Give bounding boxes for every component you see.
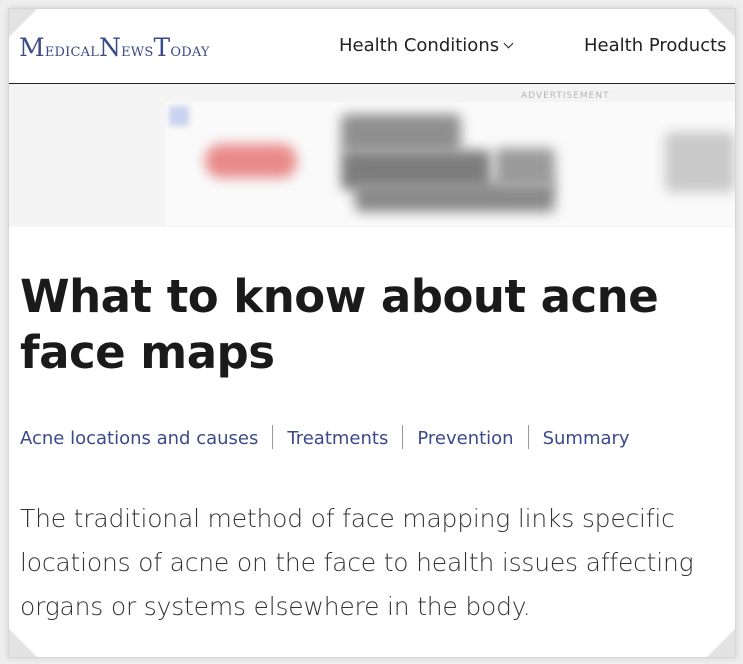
ad-blurred-text: [495, 148, 555, 188]
toc-separator: [527, 425, 529, 449]
site-logo[interactable]: MedicalNewsToday: [19, 33, 210, 62]
toc-link-summary[interactable]: Summary: [543, 428, 630, 449]
ad-banner[interactable]: [165, 102, 735, 226]
toc-separator: [272, 425, 274, 449]
logo-text: oday: [170, 39, 210, 61]
article-toc: Acne locations and causes Treatments Preve…: [20, 425, 630, 451]
logo-text: ews: [121, 39, 154, 61]
browser-frame: MedicalNewsToday Health Conditions Healt…: [8, 8, 736, 658]
advertisement-area: ADVERTISEMENT: [9, 84, 735, 227]
toc-link-acne-locations[interactable]: Acne locations and causes: [20, 428, 258, 449]
ad-label: ADVERTISEMENT: [521, 91, 610, 101]
logo-letter: T: [153, 33, 171, 62]
nav-label: Health Products: [584, 35, 727, 56]
toc-link-prevention[interactable]: Prevention: [417, 428, 513, 449]
ad-blurred-image: [665, 132, 735, 192]
logo-letter: M: [19, 33, 45, 62]
toc-link-treatments[interactable]: Treatments: [287, 428, 388, 449]
site-header: MedicalNewsToday Health Conditions Healt…: [9, 9, 735, 84]
nav-health-products[interactable]: Health Products: [584, 35, 727, 56]
nav-health-conditions[interactable]: Health Conditions: [339, 35, 514, 56]
chevron-down-icon: [503, 38, 514, 49]
page-curl-corner: [707, 9, 735, 37]
nav-label: Health Conditions: [339, 35, 500, 56]
logo-letter: N: [99, 33, 122, 62]
logo-text: edical: [44, 39, 100, 61]
page-curl-corner: [707, 629, 735, 657]
page-curl-corner: [9, 629, 37, 657]
ad-info-icon: [169, 106, 189, 126]
ad-blurred-text: [341, 114, 461, 152]
ad-blurred-button: [205, 144, 297, 178]
toc-separator: [402, 425, 404, 449]
article-lead-paragraph: The traditional method of face mapping l…: [20, 504, 694, 621]
page-curl-corner: [9, 9, 37, 37]
article-title: What to know about acne face maps: [20, 270, 659, 379]
